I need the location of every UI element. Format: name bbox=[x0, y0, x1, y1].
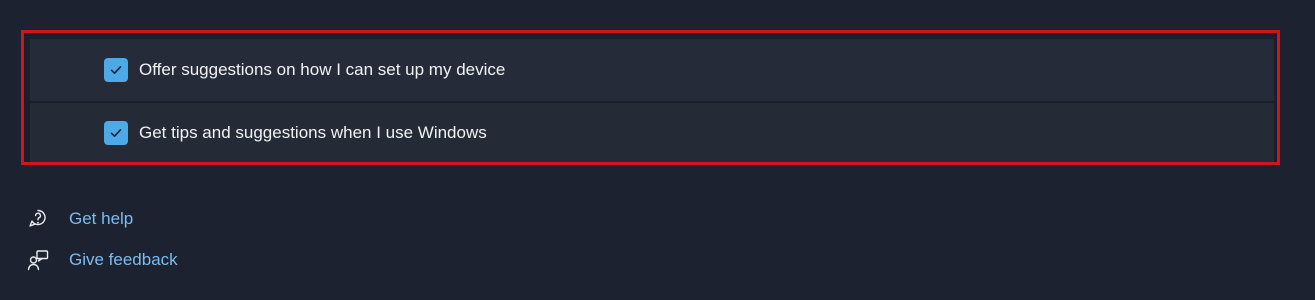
get-help-link-row[interactable]: Get help bbox=[26, 206, 133, 232]
tips-suggestions-label: Get tips and suggestions when I use Wind… bbox=[139, 122, 487, 142]
checkmark-icon bbox=[110, 66, 122, 74]
highlight-frame: Offer suggestions on how I can set up my… bbox=[21, 30, 1280, 165]
option-row-tips-suggestions[interactable]: Get tips and suggestions when I use Wind… bbox=[30, 103, 1274, 162]
setup-suggestions-label: Offer suggestions on how I can set up my… bbox=[139, 60, 506, 79]
feedback-icon bbox=[26, 248, 50, 272]
get-help-link[interactable]: Get help bbox=[69, 209, 133, 229]
option-row-setup-suggestions[interactable]: Offer suggestions on how I can set up my… bbox=[30, 39, 1274, 101]
checkmark-icon bbox=[110, 128, 122, 137]
help-chat-icon bbox=[26, 207, 50, 231]
give-feedback-link[interactable]: Give feedback bbox=[69, 250, 178, 270]
setup-suggestions-checkbox[interactable] bbox=[104, 58, 128, 82]
give-feedback-link-row[interactable]: Give feedback bbox=[26, 247, 178, 273]
tips-suggestions-checkbox[interactable] bbox=[104, 120, 128, 145]
